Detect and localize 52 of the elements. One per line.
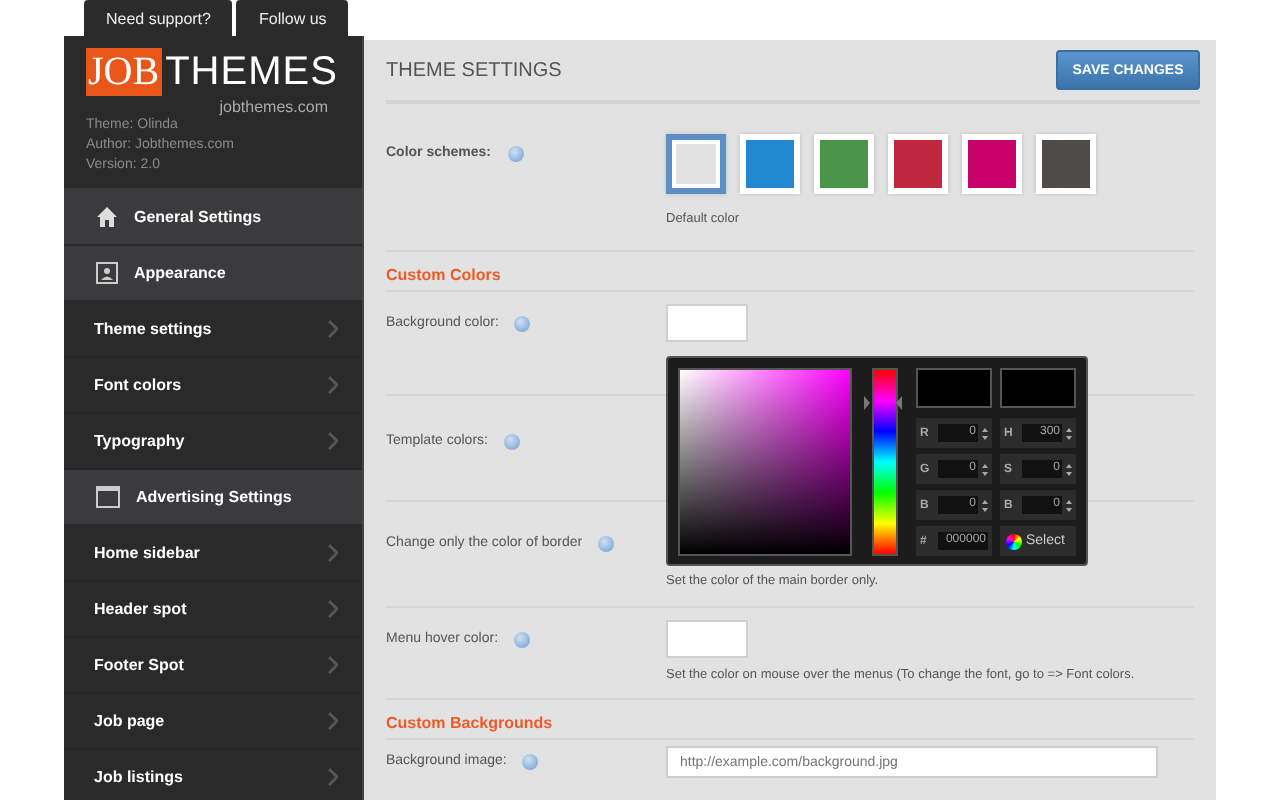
help-icon <box>514 316 531 332</box>
new-color-preview <box>916 368 992 408</box>
spinner-icon <box>982 499 988 511</box>
chevron-icon <box>328 600 338 618</box>
chevron-icon <box>328 712 338 730</box>
sidebar-item[interactable]: Font colors <box>64 358 362 414</box>
sidebar-item[interactable]: Home sidebar <box>64 526 362 582</box>
chevron-icon <box>328 544 338 562</box>
help-icon <box>598 536 615 552</box>
spinner-icon <box>1066 463 1072 475</box>
page-title: THEME SETTINGS <box>386 59 562 81</box>
help-icon <box>522 754 539 770</box>
sidebar-section[interactable]: Appearance <box>64 246 362 302</box>
sidebar-section[interactable]: General Settings <box>64 190 362 246</box>
sidebar-item[interactable]: Job listings <box>64 750 362 800</box>
spinner-icon <box>1066 427 1072 439</box>
current-color-preview <box>1000 368 1076 408</box>
picture-icon <box>96 262 118 284</box>
sidebar-item[interactable]: Job page <box>64 694 362 750</box>
sidebar-section[interactable]: Advertising Settings <box>64 470 362 526</box>
section-heading: Custom Backgrounds <box>386 700 1194 740</box>
help-icon <box>503 434 520 450</box>
color-field[interactable] <box>666 620 748 658</box>
top-tab[interactable]: Follow us <box>236 0 349 36</box>
hue-marker-icon[interactable] <box>863 395 902 410</box>
spinner-icon <box>982 427 988 439</box>
chevron-icon <box>328 320 338 338</box>
color-swatch[interactable] <box>666 134 726 194</box>
section-label: Appearance <box>134 264 226 282</box>
logo-highlight: JOB <box>86 48 162 96</box>
help-icon <box>514 632 531 648</box>
logo-site: jobthemes.com <box>217 98 330 116</box>
chevron-icon <box>328 432 338 450</box>
sidebar-item[interactable]: Header spot <box>64 582 362 638</box>
color-wheel-icon <box>1006 533 1022 549</box>
section-label: General Settings <box>134 208 262 226</box>
logo-text: THEMES <box>165 49 338 95</box>
top-tab[interactable]: Need support? <box>84 0 233 36</box>
spinner-icon <box>1066 499 1072 511</box>
sidebar-item[interactable]: Theme settings <box>64 302 362 358</box>
window-icon <box>96 486 120 508</box>
section-label: Advertising Settings <box>136 488 292 506</box>
color-field[interactable] <box>666 304 748 342</box>
sidebar-item[interactable]: Footer Spot <box>64 638 362 694</box>
chevron-icon <box>328 376 338 394</box>
chevron-icon <box>328 768 338 786</box>
section-heading: Custom Colors <box>386 252 1194 292</box>
home-icon <box>96 206 118 228</box>
help-icon <box>507 146 524 162</box>
spinner-icon <box>982 463 988 475</box>
chevron-icon <box>328 656 338 674</box>
saturation-area[interactable] <box>678 368 853 556</box>
